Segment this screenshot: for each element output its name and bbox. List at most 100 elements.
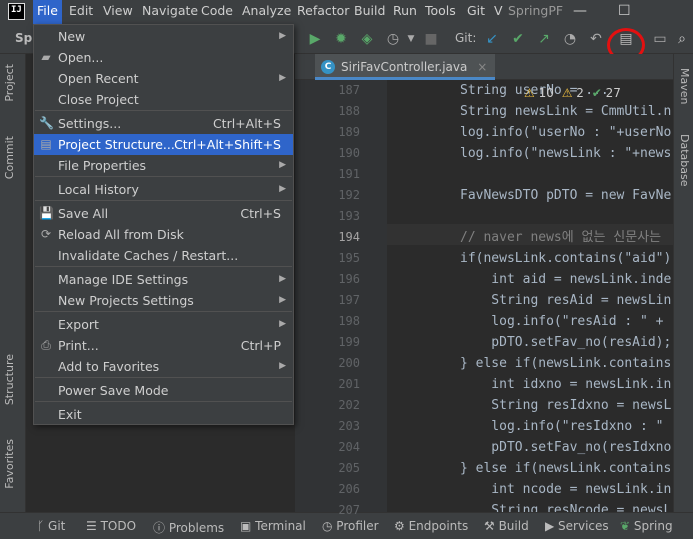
right-tool-strip: Maven Database — [673, 54, 693, 512]
weak-warning-icon: ⚠ — [561, 86, 573, 100]
menu-item-save-all[interactable]: 💾 Save All Ctrl+S — [34, 203, 293, 224]
code-line: log.info("newsLink : "+news — [460, 146, 672, 161]
rollback-icon[interactable]: ↶ — [587, 30, 605, 48]
bottom-tab-endpoints[interactable]: ⚙ Endpoints — [394, 519, 468, 533]
maximize-button[interactable]: ☐ — [618, 0, 631, 24]
submenu-arrow-icon: ▶ — [279, 361, 286, 371]
submenu-arrow-icon: ▶ — [279, 295, 286, 305]
menu-git[interactable]: Git — [463, 0, 489, 24]
submenu-arrow-icon: ▶ — [279, 319, 286, 329]
line-number: 189 — [338, 125, 360, 139]
endpoints-icon: ⚙ — [394, 519, 409, 533]
profiler-icon: ◷ — [322, 519, 337, 533]
menu-item-power-save-mode[interactable]: Power Save Mode — [34, 380, 293, 401]
menu-item-invalidate-caches[interactable]: Invalidate Caches / Restart... — [34, 245, 293, 266]
menu-item-label: Power Save Mode — [58, 383, 169, 398]
menu-separator — [35, 311, 292, 312]
chevron-down-icon[interactable]: ▼ — [402, 30, 420, 48]
submenu-arrow-icon: ▶ — [279, 274, 286, 284]
menu-tools[interactable]: Tools — [421, 0, 460, 24]
git-branch-icon: ᚴ — [37, 519, 49, 533]
menu-build[interactable]: Build — [350, 0, 389, 24]
menu-code[interactable]: Code — [197, 0, 237, 24]
debug-icon[interactable]: ✹ — [332, 30, 350, 48]
submenu-arrow-icon: ▶ — [279, 73, 286, 83]
menu-item-new-projects-settings[interactable]: New Projects Settings ▶ — [34, 290, 293, 311]
editor-tab-bar: C SiriFavController.java × — [295, 54, 673, 80]
line-number: 205 — [338, 461, 360, 475]
menu-item-open[interactable]: ▰ Open... — [34, 47, 293, 68]
menu-analyze[interactable]: Analyze — [238, 0, 295, 24]
minimize-button[interactable]: — — [573, 0, 587, 24]
bottom-tab-todo[interactable]: ☰ TODO — [86, 519, 136, 533]
line-number: 202 — [338, 398, 360, 412]
menu-refactor[interactable]: Refactor — [293, 0, 353, 24]
tab-database[interactable]: Database — [678, 134, 691, 187]
hammer-icon: ⚒ — [484, 519, 499, 533]
menu-navigate[interactable]: Navigate — [138, 0, 202, 24]
git-push-icon[interactable]: ↗ — [535, 30, 553, 48]
git-label: Git: — [455, 31, 477, 45]
git-update-icon[interactable]: ↙ — [483, 30, 501, 48]
stop-icon[interactable]: ■ — [422, 30, 440, 48]
menu-view[interactable]: View — [99, 0, 137, 24]
tab-structure[interactable]: Structure — [3, 354, 16, 405]
menu-item-export[interactable]: Export ▶ — [34, 314, 293, 335]
history-icon[interactable]: ◔ — [561, 30, 579, 48]
bottom-tab-services[interactable]: ▶ Services — [545, 519, 609, 533]
menu-item-label: Open... — [58, 50, 104, 65]
code-line: FavNewsDTO pDTO = new FavNe — [460, 188, 672, 203]
menu-item-new[interactable]: New ▶ — [34, 26, 293, 47]
tab-project[interactable]: Project — [3, 64, 16, 102]
run-icon[interactable]: ▶ — [306, 30, 324, 48]
line-number: 188 — [338, 104, 360, 118]
bottom-tab-git[interactable]: ᚴ Git — [37, 519, 65, 533]
line-number: 192 — [338, 188, 360, 202]
profile-icon[interactable]: ◷ — [384, 30, 402, 48]
info-icon: ⓘ — [153, 521, 169, 535]
menu-item-project-structure[interactable]: ▤ Project Structure... Ctrl+Alt+Shift+S — [34, 134, 293, 155]
menu-item-label: Add to Favorites — [58, 359, 160, 374]
menu-item-local-history[interactable]: Local History ▶ — [34, 179, 293, 200]
inspection-widget[interactable]: ⚠ 10 ⚠ 2 ✔ 27 — [524, 86, 621, 102]
editor-tab-label: SiriFavController.java — [341, 60, 468, 74]
git-commit-icon[interactable]: ✔ — [509, 30, 527, 48]
run-coverage-icon[interactable]: ◈ — [358, 30, 376, 48]
menu-item-reload-all[interactable]: ⟳ Reload All from Disk — [34, 224, 293, 245]
bottom-tab-problems[interactable]: ⓘ Problems — [153, 519, 224, 536]
menu-item-open-recent[interactable]: Open Recent ▶ — [34, 68, 293, 89]
bottom-tab-spring[interactable]: ❦ Spring — [620, 519, 673, 533]
tab-commit[interactable]: Commit — [3, 136, 16, 179]
line-number: 187 — [338, 83, 360, 97]
bottom-tab-terminal[interactable]: ▣ Terminal — [240, 519, 306, 533]
line-number: 199 — [338, 335, 360, 349]
terminal-icon: ▣ — [240, 519, 256, 533]
code-editor[interactable]: String userNo = ... String newsLink = Cmm… — [387, 80, 673, 512]
menu-item-manage-ide-settings[interactable]: Manage IDE Settings ▶ — [34, 269, 293, 290]
close-icon[interactable]: × — [477, 60, 487, 74]
code-line: int ncode = newsLink.in — [460, 482, 672, 497]
menu-separator — [35, 377, 292, 378]
menu-item-close-project[interactable]: Close Project — [34, 89, 293, 110]
menu-item-settings[interactable]: 🔧 Settings... Ctrl+Alt+S — [34, 113, 293, 134]
menu-item-file-properties[interactable]: File Properties ▶ — [34, 155, 293, 176]
editor-tab[interactable]: C SiriFavController.java × — [315, 54, 496, 80]
menu-item-print[interactable]: ⎙ Print... Ctrl+P — [34, 335, 293, 356]
code-line: String resAid = newsLin — [460, 293, 672, 308]
line-number: 201 — [338, 377, 360, 391]
menu-edit[interactable]: Edit — [65, 0, 97, 24]
tab-maven[interactable]: Maven — [678, 68, 691, 104]
menu-item-add-to-favorites[interactable]: Add to Favorites ▶ — [34, 356, 293, 377]
code-line: String resIdxno = newsL — [460, 398, 672, 413]
menu-item-exit[interactable]: Exit — [34, 404, 293, 425]
menu-run[interactable]: Run — [389, 0, 421, 24]
code-line: int aid = newsLink.inde — [460, 272, 672, 287]
bottom-tab-build[interactable]: ⚒ Build — [484, 519, 529, 533]
menu-file[interactable]: File — [33, 0, 62, 24]
ok-count: 27 — [605, 86, 621, 100]
tab-favorites[interactable]: Favorites — [3, 439, 16, 489]
menu-bar: IJ File Edit View Navigate Code Analyze … — [0, 0, 693, 24]
search-icon[interactable]: ⌕ — [673, 30, 691, 48]
terminal-window-icon[interactable]: ▭ — [651, 30, 669, 48]
bottom-tab-profiler[interactable]: ◷ Profiler — [322, 519, 379, 533]
